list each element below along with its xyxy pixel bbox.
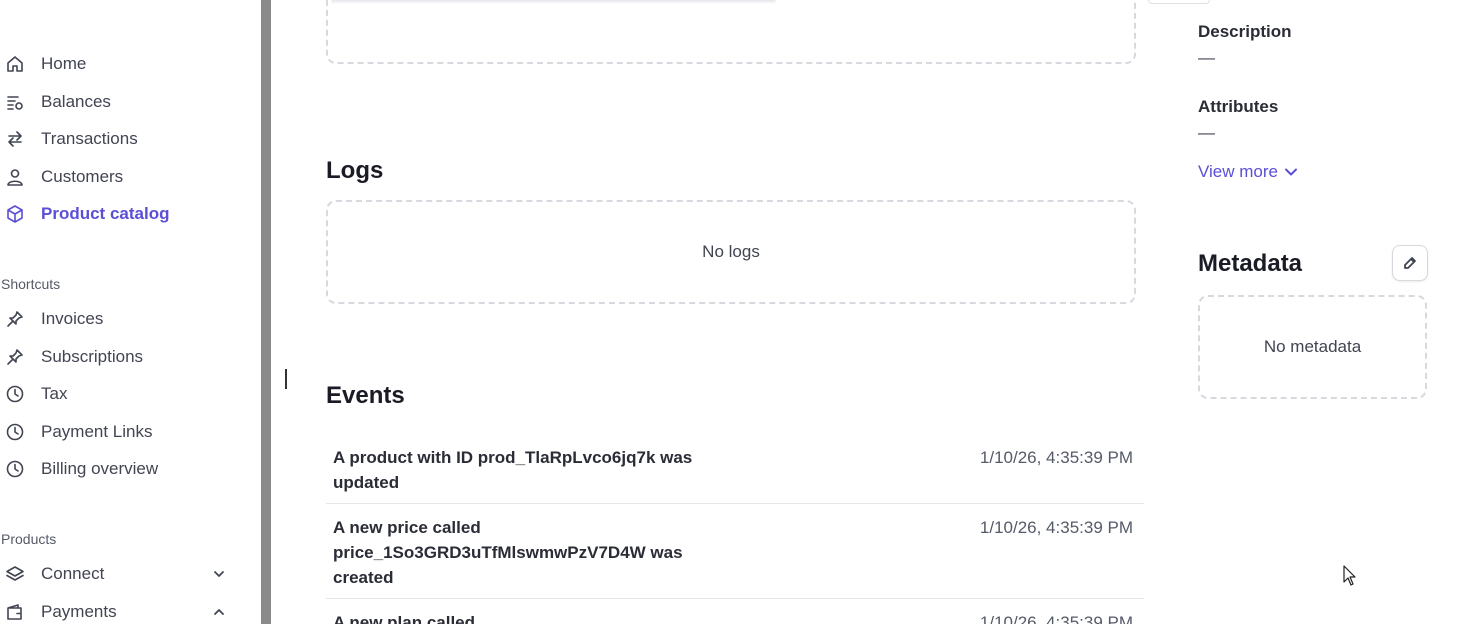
top-divider <box>331 0 776 4</box>
description-value: — <box>1198 48 1215 67</box>
clock-icon <box>4 458 26 480</box>
nav-item-invoices[interactable]: Invoices <box>0 304 240 334</box>
empty-section-box <box>326 0 1136 64</box>
view-more-label: View more <box>1198 162 1278 181</box>
metadata-empty-text: No metadata <box>1263 337 1362 356</box>
event-row[interactable]: A new price called price_1So3GRD3uTfMlsw… <box>326 515 1144 599</box>
event-description: A product with ID prod_TlaRpLvco6jq7k wa… <box>333 448 693 492</box>
metadata-empty-box: No metadata <box>1198 295 1427 399</box>
nav-label: Balances <box>41 92 111 111</box>
balances-icon <box>4 91 26 113</box>
chevron-down-icon <box>1285 168 1297 176</box>
nav-label: Invoices <box>41 309 104 328</box>
home-icon <box>4 53 26 75</box>
attributes-label: Attributes <box>1198 97 1279 116</box>
nav-item-balances[interactable]: Balances <box>0 87 240 117</box>
description-label: Description <box>1198 22 1292 41</box>
metadata-heading: Metadata <box>1198 250 1303 277</box>
edit-metadata-button[interactable] <box>1392 245 1428 281</box>
layers-icon <box>4 563 26 585</box>
mouse-pointer-icon <box>1343 565 1356 586</box>
event-row[interactable]: A new plan called 1/10/26, 4:35:39 PM <box>326 610 1144 624</box>
events-heading: Events <box>326 382 405 409</box>
nav-item-payment-links[interactable]: Payment Links <box>0 417 240 447</box>
event-description: A new price called price_1So3GRD3uTfMlsw… <box>333 518 683 587</box>
top-tab-edge <box>1148 0 1210 4</box>
nav-item-customers[interactable]: Customers <box>0 162 240 192</box>
product-catalog-icon <box>4 203 26 225</box>
event-row[interactable]: A product with ID prod_TlaRpLvco6jq7k wa… <box>326 445 1144 504</box>
pencil-icon <box>1404 257 1416 269</box>
event-description: A new plan called <box>333 613 476 624</box>
nav-label: Customers <box>41 167 124 186</box>
event-timestamp: 1/10/26, 4:35:39 PM <box>979 448 1133 467</box>
event-timestamp: 1/10/26, 4:35:39 PM <box>979 613 1133 624</box>
logs-heading: Logs <box>326 157 384 184</box>
products-heading: Products <box>1 531 57 547</box>
nav-item-connect[interactable]: Connect <box>0 559 240 589</box>
clock-icon <box>4 383 26 405</box>
sidebar: Home Balances Transactions Customers Pro… <box>0 0 260 624</box>
nav-item-billing-overview[interactable]: Billing overview <box>0 454 240 484</box>
nav-label: Connect <box>41 564 105 583</box>
nav-item-payments[interactable]: Payments <box>0 597 240 624</box>
event-timestamp: 1/10/26, 4:35:39 PM <box>979 518 1133 537</box>
nav-label: Product catalog <box>41 204 170 223</box>
logs-empty-text: No logs <box>702 242 760 261</box>
sidebar-resize-handle[interactable] <box>261 0 271 624</box>
details-panel: Description — Attributes — View more Met… <box>1148 0 1469 624</box>
nav-item-tax[interactable]: Tax <box>0 379 240 409</box>
clock-icon <box>4 421 26 443</box>
customers-icon <box>4 166 26 188</box>
nav-item-home[interactable]: Home <box>0 49 240 79</box>
nav-label: Tax <box>41 384 68 403</box>
logs-empty-box: No logs <box>326 200 1136 304</box>
attributes-value: — <box>1198 123 1215 142</box>
nav-label: Payment Links <box>41 422 153 441</box>
nav-item-product-catalog[interactable]: Product catalog <box>0 199 240 229</box>
nav-item-transactions[interactable]: Transactions <box>0 124 240 154</box>
page: Home Balances Transactions Customers Pro… <box>0 0 1469 624</box>
chevron-down-icon[interactable] <box>212 567 226 581</box>
nav-label: Transactions <box>41 129 138 148</box>
pin-icon <box>4 346 26 368</box>
nav-label: Billing overview <box>41 459 159 478</box>
wallet-icon <box>4 601 26 623</box>
transactions-icon <box>4 128 26 150</box>
view-more-link[interactable]: View more <box>1198 162 1298 182</box>
nav-label: Home <box>41 54 87 73</box>
nav-label: Subscriptions <box>41 347 144 366</box>
pin-icon <box>4 308 26 330</box>
text-cursor <box>285 369 287 389</box>
main-content: Logs No logs Events A product with ID pr… <box>271 0 1161 624</box>
nav-label: Payments <box>41 602 117 621</box>
chevron-up-icon[interactable] <box>212 605 226 619</box>
nav-item-subscriptions[interactable]: Subscriptions <box>0 342 240 372</box>
shortcuts-heading: Shortcuts <box>1 276 61 292</box>
